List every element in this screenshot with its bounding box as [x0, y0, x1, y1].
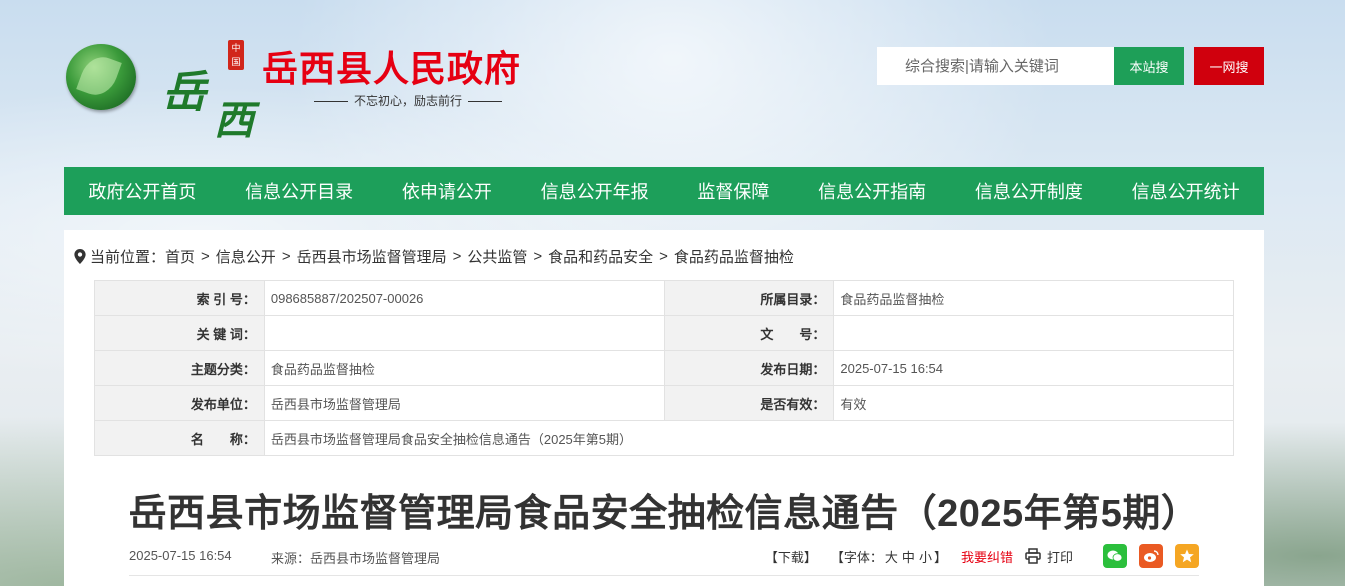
nav-item-guide[interactable]: 信息公开指南 — [808, 178, 936, 204]
nav-item-system[interactable]: 信息公开制度 — [965, 178, 1093, 204]
breadcrumb-item-bureau[interactable]: 岳西县市场监督管理局 — [297, 246, 447, 267]
breadcrumb-separator: > — [452, 248, 462, 265]
publisher-label: 发布单位： — [94, 385, 265, 421]
site-title[interactable]: 岳西县人民政府 — [262, 40, 521, 92]
publish-date-label: 发布日期： — [663, 350, 835, 386]
document-meta-table: 索 引 号： 098685887/202507-00026 所属目录： 食品药品… — [94, 280, 1235, 456]
site-slogan: 不忘初心，励志前行 — [308, 92, 508, 109]
keywords-value — [263, 315, 665, 351]
site-search-button[interactable]: 本站搜 — [1114, 47, 1184, 85]
breadcrumb-item-public-supervision[interactable]: 公共监管 — [467, 246, 527, 267]
font-size-prefix: 【字体： — [830, 549, 883, 565]
publish-date-value: 2025-07-15 16:54 — [833, 350, 1234, 386]
article-source: 来源：岳西县市场监督管理局 — [271, 551, 441, 566]
printer-icon — [1025, 548, 1041, 564]
article-title: 岳西县市场监督管理局食品安全抽检信息通告（2025年第5期） — [128, 493, 1200, 535]
breadcrumb: 当前位置： 首页 > 信息公开 > 岳西县市场监督管理局 > 公共监管 > 食品… — [74, 246, 794, 267]
search-input[interactable] — [877, 47, 1114, 85]
valid-value: 有效 — [833, 385, 1234, 421]
web-search-button[interactable]: 一网搜 — [1194, 47, 1264, 85]
nav-item-catalog[interactable]: 信息公开目录 — [235, 178, 363, 204]
font-size-control: 【字体：大中小】 — [831, 547, 947, 566]
breadcrumb-prefix: 当前位置： — [90, 249, 166, 266]
table-row: 主题分类： 食品药品监督抽检 发布日期： 2025-07-15 16:54 — [94, 350, 1234, 386]
font-medium-link[interactable]: 中 — [902, 550, 915, 565]
wechat-icon[interactable] — [1103, 544, 1127, 568]
article-date: 2025-07-15 16:54 — [129, 548, 232, 563]
breadcrumb-item-sampling[interactable]: 食品药品监督抽检 — [674, 246, 794, 267]
font-large-link[interactable]: 大 — [885, 550, 898, 565]
error-report-link[interactable]: 我要纠错 — [961, 547, 1013, 566]
main-nav: 政府公开首页 信息公开目录 依申请公开 信息公开年报 监督保障 信息公开指南 信… — [64, 167, 1264, 215]
breadcrumb-separator: > — [533, 248, 543, 265]
favorite-icon[interactable] — [1175, 544, 1199, 568]
site-header: 岳 西 中国 岳西县人民政府 不忘初心，励志前行 本站搜 一网搜 — [64, 30, 1264, 150]
font-small-link[interactable]: 小 — [919, 550, 932, 565]
table-row: 名 称： 岳西县市场监督管理局食品安全抽检信息通告（2025年第5期） — [94, 420, 1235, 456]
font-size-suffix: 】 — [933, 549, 947, 565]
table-row: 索 引 号： 098685887/202507-00026 所属目录： 食品药品… — [94, 280, 1234, 316]
logo-char-1: 岳 — [162, 67, 206, 118]
content-panel: 当前位置： 首页 > 信息公开 > 岳西县市场监督管理局 > 公共监管 > 食品… — [64, 230, 1264, 586]
table-row: 发布单位： 岳西县市场监督管理局 是否有效： 有效 — [94, 385, 1234, 421]
table-row: 关 键 词： 文 号： — [94, 315, 1234, 351]
publisher-value: 岳西县市场监督管理局 — [263, 385, 665, 421]
breadcrumb-separator: > — [659, 248, 668, 265]
index-no-value: 098685887/202507-00026 — [263, 280, 665, 316]
breadcrumb-item-info[interactable]: 信息公开 — [216, 246, 276, 267]
breadcrumb-item-food-drug-safety[interactable]: 食品和药品安全 — [548, 246, 653, 267]
doc-no-label: 文 号： — [663, 315, 835, 351]
download-link[interactable]: 【下载】 — [765, 547, 817, 566]
logo-calligraphy[interactable]: 岳 西 — [162, 44, 272, 144]
doc-no-value — [833, 315, 1234, 351]
logo-emblem-icon[interactable] — [66, 44, 136, 110]
name-value: 岳西县市场监督管理局食品安全抽检信息通告（2025年第5期） — [263, 420, 1235, 456]
breadcrumb-separator: > — [201, 248, 210, 265]
location-pin-icon — [74, 249, 86, 264]
article-info-bar: 2025-07-15 16:54 来源：岳西县市场监督管理局 【下载】 【字体：… — [129, 542, 1199, 576]
name-label: 名 称： — [94, 420, 265, 456]
topic-value: 食品药品监督抽检 — [263, 350, 665, 386]
valid-label: 是否有效： — [663, 385, 835, 421]
print-button[interactable]: 打印 — [1025, 547, 1073, 566]
weibo-icon[interactable] — [1139, 544, 1163, 568]
topic-label: 主题分类： — [94, 350, 265, 386]
logo-char-2: 西 — [214, 97, 254, 144]
index-no-label: 索 引 号： — [94, 280, 265, 316]
catalog-label: 所属目录： — [663, 280, 835, 316]
keywords-label: 关 键 词： — [94, 315, 265, 351]
breadcrumb-separator: > — [281, 248, 291, 265]
catalog-value: 食品药品监督抽检 — [833, 280, 1234, 316]
nav-item-request[interactable]: 依申请公开 — [392, 178, 502, 204]
nav-item-home[interactable]: 政府公开首页 — [78, 178, 206, 204]
print-label: 打印 — [1046, 549, 1073, 565]
breadcrumb-item-home[interactable]: 首页 — [165, 246, 195, 267]
china-seal: 中国 — [228, 40, 244, 70]
nav-item-annual-report[interactable]: 信息公开年报 — [531, 178, 659, 204]
nav-item-supervision[interactable]: 监督保障 — [687, 178, 779, 204]
nav-item-statistics[interactable]: 信息公开统计 — [1122, 178, 1250, 204]
article-tools: 【下载】 【字体：大中小】 我要纠错 打印 — [765, 542, 1199, 570]
